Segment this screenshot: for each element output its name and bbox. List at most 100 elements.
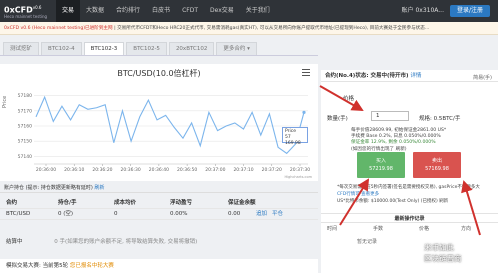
nav-item-cfdt[interactable]: CFDT xyxy=(176,0,204,22)
add-margin-link[interactable]: 追加 xyxy=(256,209,267,220)
top-nav: 0xCFDv0.6 Heco mainnet testing 交易 大数据 合约… xyxy=(0,0,498,22)
competition-bar: 模拟交易大赛: 当前第5轮 您已报名中轮大赛 xyxy=(0,259,318,273)
login-button[interactable]: 登录/注册 xyxy=(450,5,490,17)
chart-x-tick-label: 20:36:50 xyxy=(177,167,197,173)
tab-20xbtc102[interactable]: 20xBTC102 xyxy=(168,42,215,55)
chart-y-tick-label: 57170 xyxy=(18,108,32,114)
chart-y-tick-label: 57180 xyxy=(18,93,32,99)
nav-item-trade[interactable]: 交易 xyxy=(56,0,81,22)
records-empty: 暂无记录 xyxy=(357,239,378,245)
rec-col-time: 时间 xyxy=(327,226,338,232)
positions-header: 账户持仓 (提示: 持仓数据更新略有延时) 刷新 xyxy=(0,183,318,193)
contract-tabs: 测试挖矿 BTC102-4 BTC102-3 BTC102-5 20xBTC10… xyxy=(0,41,318,56)
nav-item-whitepaper[interactable]: 白皮书 xyxy=(146,0,176,22)
positions-table-header: 合约 持仓/手 成本均价 浮动盈亏 保证金余额 xyxy=(0,198,318,209)
order-notes: *每次交易需要在5秒内签署(签名是需要授权交易), gasPrice不需要多大 … xyxy=(337,184,493,205)
app-logo[interactable]: 0xCFDv0.6 Heco mainnet testing xyxy=(0,3,56,20)
cell-qty: 0 (空) xyxy=(58,211,74,217)
chart-x-tick-label: 20:37:10 xyxy=(233,167,253,173)
app-name: 0xCFD xyxy=(4,5,33,15)
app-version: v0.6 xyxy=(32,4,42,10)
notice-banner: 0xCFD v0.6 (Heco mainnet testing)已进阶到主网 … xyxy=(0,22,498,35)
watermark-line-1: 米币如此 xyxy=(424,243,454,252)
sell-label: 卖出 xyxy=(431,158,442,164)
rec-col-price: 价格 xyxy=(419,226,430,232)
notice-body: | 交易所代币CFDT和Heco HRC20正式代币, 交易需消耗gas(真实H… xyxy=(114,26,430,31)
cell-margin: 0.00 xyxy=(228,211,241,217)
watermark-logo-icon xyxy=(400,245,422,267)
price-chart: 57140 57150 57160 57170 57180 20:36:00 20:36:1… xyxy=(18,93,311,173)
details-link[interactable]: 详情 xyxy=(410,73,421,79)
competition-label: 模拟交易大赛: 当前第5轮 xyxy=(6,263,69,269)
chart-x-tick-label: 20:37:00 xyxy=(205,167,225,173)
note-gas: *每次交易需要在5秒内签署(签名是需要授权交易), gasPrice不需要多大 xyxy=(337,185,480,190)
chart-y-tick-label: 57160 xyxy=(18,124,32,130)
cell-pnl: 0.00% xyxy=(170,211,188,217)
tab-btc102-5[interactable]: BTC102-5 xyxy=(126,42,167,55)
tab-mining[interactable]: 测试挖矿 xyxy=(3,42,40,55)
col-qty: 持仓/手 xyxy=(58,200,77,206)
cell-contract: BTC/USD xyxy=(6,211,31,217)
nav-item-ranking[interactable]: 合约排行 xyxy=(110,0,146,22)
chart-x-tick-label: 20:37:20 xyxy=(262,167,282,173)
notice-lead[interactable]: 0xCFD v0.6 (Heco mainnet testing)已进阶到主网 xyxy=(4,26,113,31)
competition-status[interactable]: 您已报名中轮大赛 xyxy=(70,263,114,269)
watermark: 米币如此 区块链晋商 xyxy=(398,239,498,273)
quantity-input[interactable]: 1 xyxy=(371,111,409,121)
settlement-note: 0 手(如果您的账户余额不足, 将导致结算失败, 交易将撤销) xyxy=(54,239,198,245)
tab-btc102-3[interactable]: BTC102-3 xyxy=(83,42,125,55)
watermark-line-2: 区块链晋商 xyxy=(424,254,462,263)
tab-btc102-4[interactable]: BTC102-4 xyxy=(41,42,82,55)
close-position-link[interactable]: 平仓 xyxy=(272,209,283,220)
buy-price: 57219.98 xyxy=(369,166,393,172)
contract-status: 合约(No.4)状态: 交易中(待开市) xyxy=(325,73,409,79)
mode-toggle[interactable]: 简易(手) xyxy=(473,72,492,84)
chart-x-tick-label: 20:36:00 xyxy=(36,167,56,173)
positions-refresh-link[interactable]: 刷新 xyxy=(94,185,104,191)
price-chart-panel: BTC/USD(10.0倍杠杆) Price 57140 57150 57160 57… xyxy=(0,64,318,181)
chart-x-tick-label: 20:37:30 xyxy=(290,167,310,173)
nav-item-dex[interactable]: Dex交易 xyxy=(204,0,240,22)
settlement-label: 结算中 xyxy=(6,239,23,245)
note-balance: US*比特币余额: $10000.00(Test Only) (已授权) 刷新 xyxy=(337,199,449,204)
app-subtitle: Heco mainnet testing xyxy=(4,14,48,20)
positions-table: 合约 持仓/手 成本均价 浮动盈亏 保证金余额 BTC/USD 0 (空) 0 … xyxy=(0,198,318,220)
chart-x-tick-label: 20:36:10 xyxy=(64,167,84,173)
price-series-line xyxy=(35,95,305,155)
cell-avg-cost: 0 xyxy=(114,211,118,217)
price-series-point xyxy=(302,110,306,114)
rec-col-direction: 方向 xyxy=(461,226,472,232)
table-row: BTC/USD 0 (空) 0 0.00% 0.00 追加 平仓 xyxy=(0,209,318,220)
chart-x-tick-label: 20:36:40 xyxy=(149,167,169,173)
records-title: 最新操作记录 xyxy=(321,213,498,223)
positions-title: 账户持仓 (提示: 持仓数据更新略有延时) xyxy=(4,185,93,191)
chart-y-tick-label: 57150 xyxy=(18,139,32,145)
col-avg-cost: 成本均价 xyxy=(114,200,137,206)
tab-more-contracts[interactable]: 更多合约 ▾ xyxy=(216,42,257,55)
buy-label: 买入 xyxy=(375,158,386,164)
qty-label: 数量(手) xyxy=(327,116,348,122)
price-label: 价格 xyxy=(343,96,355,102)
tooltip-value: 57 169.98 xyxy=(285,135,301,146)
contract-status-header: 合约(No.4)状态: 交易中(待开市) 详情 简易(手) xyxy=(321,70,498,82)
settlement-row: 结算中 0 手(如果您的账户余额不足, 将导致结算失败, 交易将撤销) xyxy=(6,237,197,245)
buy-button[interactable]: 买入 57219.98 xyxy=(357,152,405,178)
col-margin: 保证金余额 xyxy=(228,200,256,206)
chart-x-tick-label: 20:36:30 xyxy=(121,167,141,173)
sell-price: 57169.98 xyxy=(425,166,449,172)
contract-spec: 规格: 0.5BTC/手 xyxy=(419,116,461,122)
nav-item-about[interactable]: 关于我们 xyxy=(240,0,276,22)
order-info: 每手价值28609.99, 初始保证金2861.00 US* 手续费 Base … xyxy=(351,128,471,153)
account-address[interactable]: 账户 0x310A... xyxy=(402,0,444,22)
records-columns: 时间 手数 价格 方向 xyxy=(321,225,498,233)
nav-item-bigdata[interactable]: 大数据 xyxy=(80,0,110,22)
chart-credit[interactable]: Highcharts.com xyxy=(284,175,312,179)
chart-y-tick-label: 57140 xyxy=(18,154,32,160)
rec-col-qty: 手数 xyxy=(373,226,384,232)
sell-button[interactable]: 卖出 57169.98 xyxy=(413,152,461,178)
col-pnl: 浮动盈亏 xyxy=(170,200,193,206)
chart-x-tick-label: 20:36:20 xyxy=(92,167,112,173)
col-contract: 合约 xyxy=(6,200,18,206)
chart-tooltip: Price 57 169.98 xyxy=(282,127,308,146)
note-market-link[interactable]: CFD行情可 查看更多 xyxy=(337,191,493,198)
